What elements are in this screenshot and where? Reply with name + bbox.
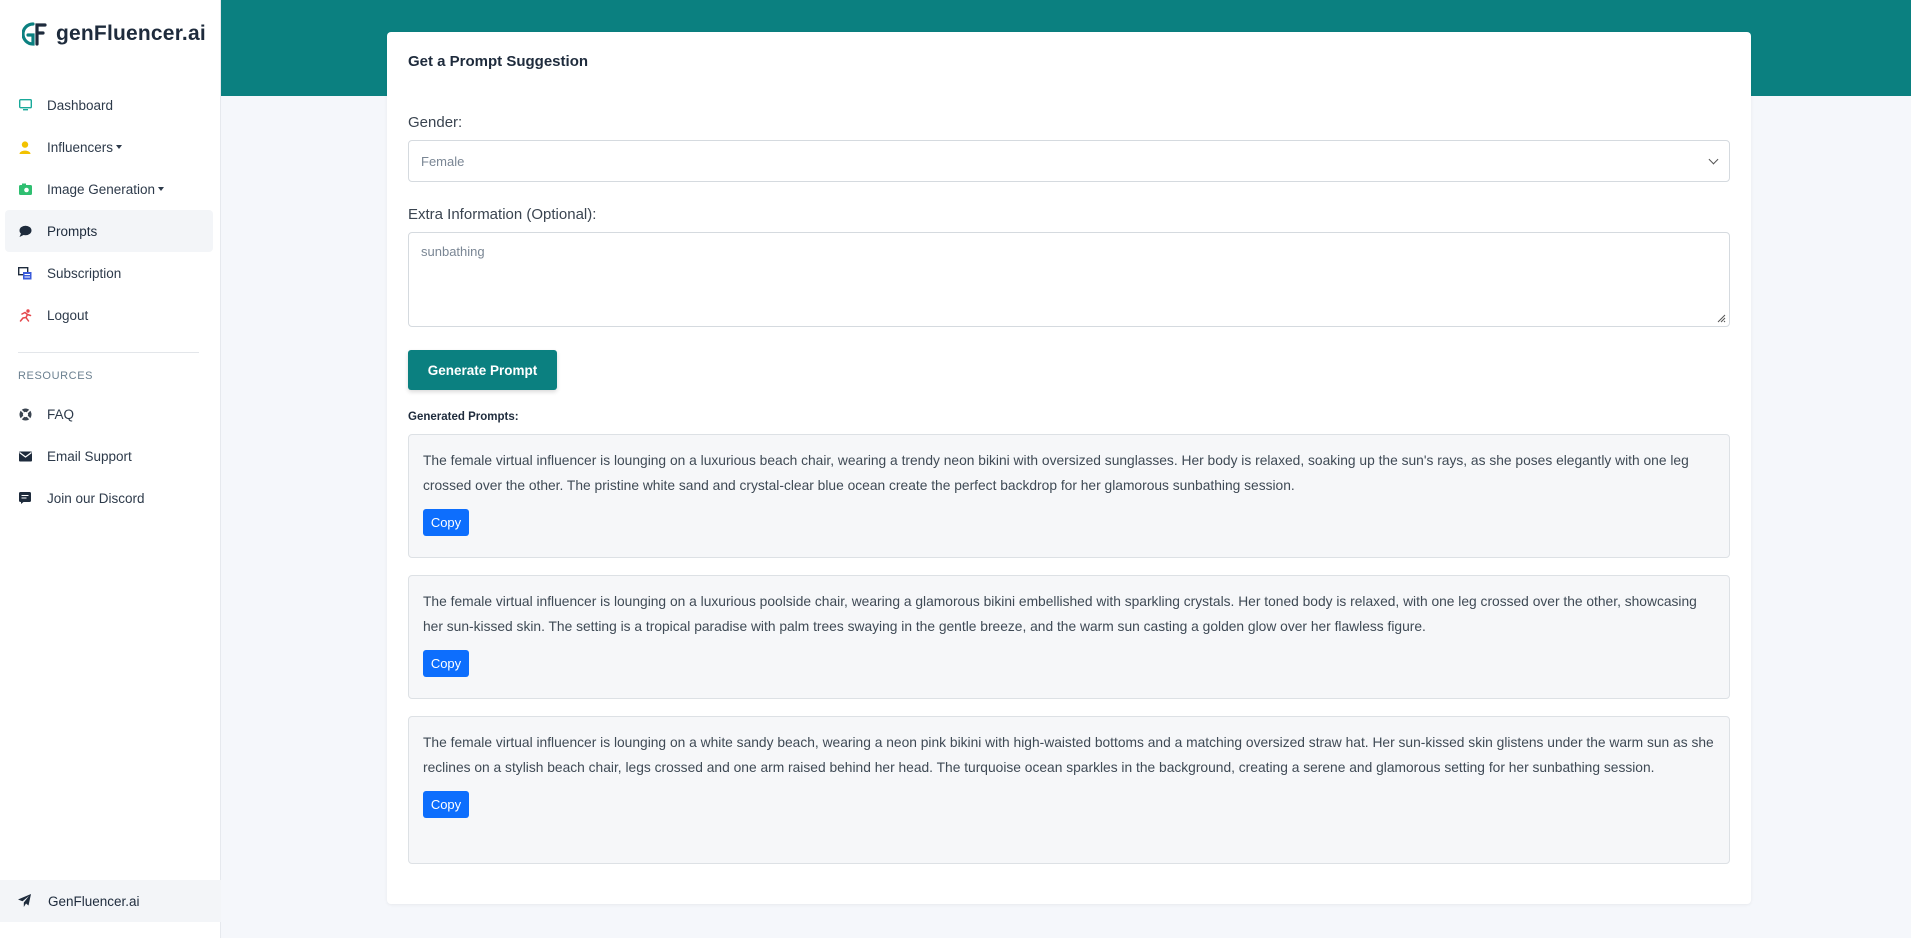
- sidebar-item-label: Join our Discord: [47, 490, 145, 506]
- brand-logo-icon: [22, 22, 47, 46]
- lifebuoy-icon: [18, 407, 32, 421]
- generated-prompts-heading: Generated Prompts:: [408, 411, 519, 423]
- brand-name: genFluencer.ai: [56, 22, 206, 45]
- sidebar-item-label: Dashboard: [47, 97, 114, 113]
- copy-button[interactable]: Copy: [423, 509, 469, 536]
- discord-icon: [18, 491, 32, 505]
- envelope-icon: [18, 449, 32, 463]
- paper-plane-icon: [18, 894, 32, 908]
- sidebar-item-label: Image Generation: [47, 181, 156, 197]
- running-person-icon: [18, 308, 32, 322]
- sidebar-item-label: Logout: [47, 307, 89, 323]
- sidebar-item-label: Prompts: [47, 223, 98, 239]
- sidebar-item-subscription[interactable]: Subscription: [5, 252, 213, 294]
- main-nav: Dashboard Influencers Image Generation P…: [5, 84, 213, 336]
- resize-handle-icon[interactable]: [1716, 313, 1726, 323]
- sidebar-item-label: Influencers: [47, 139, 114, 155]
- extra-info-textarea[interactable]: sunbathing: [408, 232, 1730, 327]
- footer-link-label: GenFluencer.ai: [48, 893, 140, 909]
- chat-bubble-icon: [18, 224, 32, 238]
- prompt-text: The female virtual influencer is loungin…: [423, 453, 1689, 493]
- prompt-suggestion-card: Get a Prompt Suggestion Gender: Female E…: [387, 32, 1751, 904]
- chevron-down-icon: [116, 145, 123, 149]
- monitor-icon: [18, 98, 32, 112]
- prompt-card: The female virtual influencer is loungin…: [408, 716, 1730, 864]
- camera-icon: [18, 182, 32, 196]
- gender-label: Gender:: [408, 114, 463, 131]
- chevron-down-icon: [1708, 154, 1719, 164]
- sidebar-item-discord[interactable]: Join our Discord: [5, 477, 213, 519]
- sidebar: genFluencer.ai Dashboard Influencers Ima…: [0, 0, 221, 938]
- sidebar-item-image-generation[interactable]: Image Generation: [5, 168, 213, 210]
- footer-link-genfluencer[interactable]: GenFluencer.ai: [0, 880, 221, 922]
- extra-info-value: sunbathing: [421, 244, 485, 259]
- sidebar-item-label: FAQ: [47, 406, 75, 422]
- sidebar-item-faq[interactable]: FAQ: [5, 393, 213, 435]
- extra-info-label: Extra Information (Optional):: [408, 206, 597, 223]
- generate-prompt-button[interactable]: Generate Prompt: [408, 350, 557, 390]
- resources-heading: RESOURCES: [18, 370, 94, 382]
- prompt-text: The female virtual influencer is loungin…: [423, 594, 1697, 634]
- prompt-text: The female virtual influencer is loungin…: [423, 735, 1714, 775]
- card-title: Get a Prompt Suggestion: [408, 53, 589, 70]
- copy-button[interactable]: Copy: [423, 791, 469, 818]
- prompt-card: The female virtual influencer is loungin…: [408, 575, 1730, 699]
- sidebar-item-label: Subscription: [47, 265, 122, 281]
- user-icon: [18, 140, 32, 154]
- sidebar-item-influencers[interactable]: Influencers: [5, 126, 213, 168]
- sidebar-item-logout[interactable]: Logout: [5, 294, 213, 336]
- subscription-icon: [18, 266, 32, 280]
- gender-select[interactable]: Female: [408, 140, 1730, 182]
- sidebar-divider: [18, 352, 199, 353]
- gender-select-value: Female: [421, 153, 465, 169]
- copy-button[interactable]: Copy: [423, 650, 469, 677]
- sidebar-item-prompts[interactable]: Prompts: [5, 210, 213, 252]
- chevron-down-icon: [158, 187, 165, 191]
- resources-nav: FAQ Email Support Join our Discord: [5, 393, 213, 519]
- sidebar-item-label: Email Support: [47, 448, 132, 464]
- sidebar-item-dashboard[interactable]: Dashboard: [5, 84, 213, 126]
- brand[interactable]: genFluencer.ai: [22, 20, 206, 48]
- sidebar-item-email-support[interactable]: Email Support: [5, 435, 213, 477]
- prompt-card: The female virtual influencer is loungin…: [408, 434, 1730, 558]
